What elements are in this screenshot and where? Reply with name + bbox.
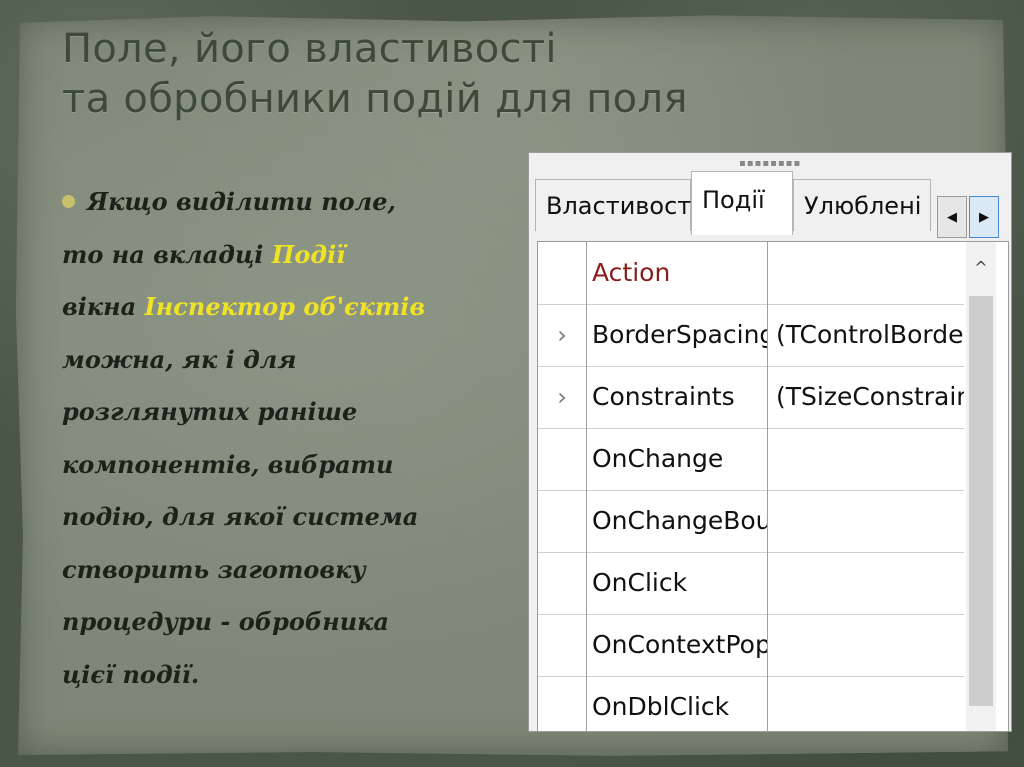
body-line-6: компонентів, вибрати xyxy=(62,449,394,479)
expand-icon[interactable]: › xyxy=(538,304,587,366)
event-value[interactable] xyxy=(768,614,964,676)
drag-grip-icon[interactable]: ▪▪▪▪▪▪▪▪ xyxy=(739,158,801,169)
event-row[interactable]: OnClick xyxy=(538,552,964,615)
event-row[interactable]: OnChange xyxy=(538,428,964,491)
bullet-icon xyxy=(62,195,75,208)
event-name[interactable]: Action xyxy=(586,242,768,304)
tab-events[interactable]: Події xyxy=(691,171,793,235)
event-name[interactable]: OnChangeBoun xyxy=(586,490,768,552)
expand-icon[interactable] xyxy=(538,676,587,731)
tab-favorites[interactable]: Улюблені xyxy=(793,179,931,231)
body-line-9: процедури - обробника xyxy=(62,607,389,636)
scroll-thumb[interactable] xyxy=(969,296,993,706)
body-line-2: то на вкладці Події xyxy=(62,229,502,282)
tab-scroll-left-icon[interactable]: ◀ xyxy=(937,196,967,238)
expand-icon[interactable] xyxy=(538,428,587,490)
events-grid: Action›BorderSpacing(TControlBorderS›Con… xyxy=(537,241,1009,731)
scroll-up-icon[interactable]: ^ xyxy=(966,258,996,277)
event-name[interactable]: OnDblClick xyxy=(586,676,768,731)
event-name[interactable]: BorderSpacing xyxy=(586,304,768,366)
highlight-object-inspector: Інспектор об'єктів xyxy=(144,292,426,321)
expand-icon[interactable] xyxy=(538,552,587,614)
expand-icon[interactable] xyxy=(538,490,587,552)
tab-properties[interactable]: Властивості xyxy=(535,179,698,231)
body-line-7: подію, для якої система xyxy=(62,502,419,531)
event-value[interactable] xyxy=(768,490,964,552)
event-value[interactable] xyxy=(768,242,964,304)
event-name[interactable]: OnClick xyxy=(586,552,768,614)
slide-title: Поле, його властивості та обробники поді… xyxy=(62,24,762,124)
event-value[interactable]: (TControlBorderS xyxy=(768,304,964,366)
event-row[interactable]: ›BorderSpacing(TControlBorderS xyxy=(538,304,964,367)
event-name[interactable]: OnContextPopu xyxy=(586,614,768,676)
event-value[interactable] xyxy=(768,428,964,490)
event-name[interactable]: OnChange xyxy=(586,428,768,490)
body-line-3: вікна Інспектор об'єктів xyxy=(62,281,502,334)
title-line-2: та обробники подій для поля xyxy=(62,76,688,122)
body-line-5: розглянутих раніше xyxy=(62,397,358,426)
vertical-scrollbar[interactable]: ^ xyxy=(966,242,996,731)
highlight-events: Події xyxy=(271,239,346,269)
event-row[interactable]: Action xyxy=(538,242,964,305)
expand-icon[interactable] xyxy=(538,242,587,304)
body-text: вікна xyxy=(62,292,145,321)
body-text: Якщо виділити поле, xyxy=(87,187,396,216)
body-line-8: створить заготовку xyxy=(62,554,366,584)
event-row[interactable]: OnDblClick xyxy=(538,676,964,731)
slide-body: Якщо виділити поле, то на вкладці Події … xyxy=(62,176,502,701)
event-row[interactable]: OnChangeBoun xyxy=(538,490,964,553)
object-inspector: ▪▪▪▪▪▪▪▪ Властивості Події Улюблені ◀ ▶ … xyxy=(528,152,1012,732)
event-row[interactable]: OnContextPopu xyxy=(538,614,964,677)
expand-icon[interactable] xyxy=(538,614,587,676)
event-value[interactable]: (TSizeConstraints xyxy=(768,366,964,428)
expand-icon[interactable]: › xyxy=(538,366,587,428)
tab-scroll-right-icon[interactable]: ▶ xyxy=(969,196,999,238)
event-name[interactable]: Constraints xyxy=(586,366,768,428)
body-text: то на вкладці xyxy=(62,239,272,269)
event-value[interactable] xyxy=(768,552,964,614)
inspector-tabs: Властивості Події Улюблені ◀ ▶ xyxy=(529,169,1011,238)
body-line-1: Якщо виділити поле, xyxy=(62,176,502,229)
body-line-10: цієї події. xyxy=(62,659,200,689)
event-row[interactable]: ›Constraints(TSizeConstraints xyxy=(538,366,964,429)
body-line-4: можна, як і для xyxy=(62,344,297,374)
title-line-1: Поле, його властивості xyxy=(62,26,557,72)
event-value[interactable] xyxy=(768,676,964,731)
